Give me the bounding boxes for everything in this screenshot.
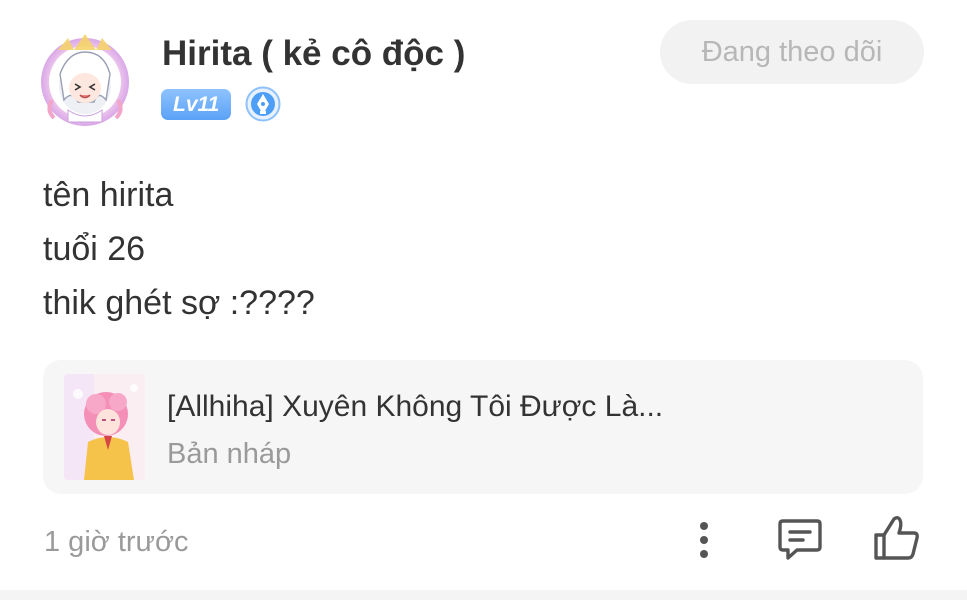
post-timestamp: 1 giờ trước (44, 526, 189, 558)
post-content: tên hirita tuổi 26 thik ghét sợ :???? (43, 168, 315, 330)
level-badge: Lv11 (161, 88, 232, 120)
pen-nib-icon (245, 86, 281, 122)
user-badges: Lv11 (161, 86, 281, 122)
story-status: Bản nháp (167, 438, 292, 470)
bottom-divider (0, 590, 967, 600)
more-vertical-icon[interactable] (688, 518, 720, 562)
story-cover-image (64, 374, 145, 480)
following-button[interactable]: Đang theo dõi (660, 20, 924, 84)
user-avatar[interactable] (38, 30, 132, 130)
linked-story-card[interactable]: [Allhiha] Xuyên Không Tôi Được Là... Bản… (43, 360, 923, 494)
comment-icon[interactable] (777, 517, 823, 561)
post-card: Hirita ( kẻ cô độc ) Lv11 Đang theo dõi … (0, 0, 967, 600)
content-line: thik ghét sợ :???? (43, 284, 315, 322)
content-line: tên hirita (43, 176, 174, 214)
story-title: [Allhiha] Xuyên Không Tôi Được Là... (167, 390, 664, 423)
username[interactable]: Hirita ( kẻ cô độc ) (162, 32, 465, 76)
content-line: tuổi 26 (43, 230, 146, 268)
like-icon[interactable] (872, 513, 922, 563)
avatar-image (41, 34, 129, 126)
